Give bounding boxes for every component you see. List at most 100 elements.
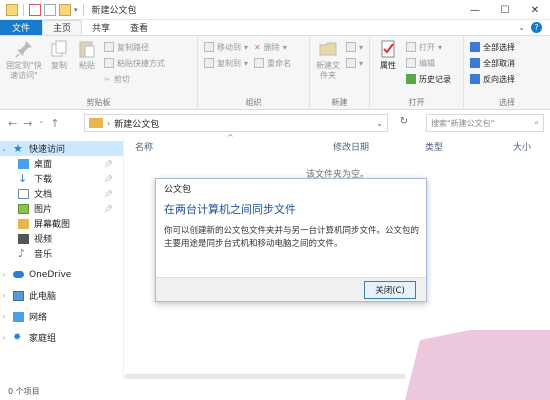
item-count: 0 个项目 <box>8 386 40 396</box>
invert-selection-label: 反向选择 <box>483 74 515 84</box>
clipboard-group: 固定到"快速访问" 复制 粘贴 复制路径 粘贴快捷方式 ✂ 剪切 剪贴板 <box>0 36 198 110</box>
copy-to-icon <box>204 58 214 68</box>
history-button[interactable]: 历史记录 <box>406 73 451 85</box>
up-icon[interactable]: ↑ <box>50 117 59 130</box>
refresh-icon[interactable]: ↻ <box>392 116 416 127</box>
sidebar-item-downloads[interactable]: ↓ 下载 📌︎ <box>0 171 123 186</box>
group-label: 组织 <box>245 98 262 107</box>
chevron-down-icon[interactable]: ⌄ <box>0 145 8 153</box>
music-icon: ♪ <box>18 246 26 260</box>
copy-path-icon <box>104 42 114 52</box>
help-icon[interactable]: ? <box>531 22 542 33</box>
properties-icon[interactable] <box>29 3 41 16</box>
chevron-down-icon[interactable]: ⌄ <box>38 117 44 130</box>
open-button[interactable]: 打开 ▾ <box>406 41 451 53</box>
edit-label: 编辑 <box>419 58 435 68</box>
pin-icon: 📌︎ <box>104 159 113 168</box>
invert-selection-icon <box>470 74 480 84</box>
delete-icon: ✕ <box>254 42 261 52</box>
sidebar-item-documents[interactable]: 文档 📌︎ <box>0 186 123 201</box>
maximize-icon[interactable]: ☐ <box>490 0 520 20</box>
ribbon: 固定到"快速访问" 复制 粘贴 复制路径 粘贴快捷方式 ✂ 剪切 剪贴板 移动到 ▾… <box>0 36 550 110</box>
horizontal-scrollbar[interactable] <box>125 374 405 379</box>
sidebar-item-desktop[interactable]: 桌面 📌︎ <box>0 156 123 171</box>
close-icon[interactable]: ✕ <box>520 0 550 20</box>
minimize-icon[interactable]: — <box>460 0 490 20</box>
chevron-down-icon[interactable]: ▾ <box>74 6 78 14</box>
chevron-right-icon[interactable]: › <box>0 292 8 300</box>
sidebar-item-label: 图片 <box>34 205 53 215</box>
decorative-corner-shape <box>405 330 550 400</box>
forward-icon[interactable]: → <box>23 117 32 130</box>
sidebar-item-pictures[interactable]: 图片 📌︎ <box>0 201 123 216</box>
sidebar-item-label: 屏幕截图 <box>34 220 71 230</box>
open-group: 属性 打开 ▾ 编辑 历史记录 打开 <box>370 36 464 110</box>
cloud-icon <box>13 271 24 278</box>
chevron-down-icon[interactable]: ⌄ <box>376 119 383 128</box>
copy-path-button[interactable]: 复制路径 <box>104 41 165 53</box>
chevron-right-icon[interactable]: › <box>107 119 110 128</box>
search-input[interactable]: 搜索"新建公文包" ⌕ <box>426 114 544 132</box>
navigation-pane: ⌄ ★ 快速访问 桌面 📌︎ ↓ 下载 📌︎ 文档 📌︎ 图片 📌︎ 屏幕截图 … <box>0 137 124 380</box>
chevron-right-icon[interactable]: › <box>0 313 8 321</box>
divider <box>23 3 24 16</box>
new-item-icon <box>345 42 356 52</box>
tab-file[interactable]: 文件 <box>0 20 43 35</box>
tab-home[interactable]: 主页 <box>42 20 83 35</box>
invert-selection-button[interactable]: 反向选择 <box>470 73 515 85</box>
quick-access-toolbar: ▾ <box>0 3 86 16</box>
copy-label: 复制 <box>51 61 67 70</box>
sidebar-item-this-pc[interactable]: › 此电脑 <box>0 288 123 303</box>
select-all-button[interactable]: 全部选择 <box>470 41 515 53</box>
tab-share[interactable]: 共享 <box>82 20 120 35</box>
chevron-right-icon[interactable]: › <box>0 271 8 279</box>
divider <box>82 3 84 16</box>
sidebar-item-onedrive[interactable]: › OneDrive <box>0 267 123 282</box>
network-icon <box>13 311 24 322</box>
star-icon: ★ <box>13 141 23 155</box>
chevron-down-icon[interactable]: ⌄ <box>518 23 525 32</box>
column-header-name[interactable]: 名称 <box>135 140 153 153</box>
tab-view[interactable]: 查看 <box>120 20 158 35</box>
delete-label: 删除 <box>263 42 280 52</box>
sidebar-item-homegroup[interactable]: › ✸ 家庭组 <box>0 330 123 345</box>
paste-shortcut-button[interactable]: 粘贴快捷方式 <box>104 57 165 69</box>
sidebar-item-network[interactable]: › 网络 <box>0 309 123 324</box>
column-headers: ^ 名称 修改日期 类型 大小 <box>125 133 550 153</box>
easy-access-button[interactable]: ▾ <box>345 57 363 69</box>
dialog-title: 公文包 <box>164 184 192 195</box>
search-icon: ⌕ <box>534 118 539 127</box>
new-item-button[interactable]: ▾ <box>345 41 363 53</box>
sidebar-item-label: 此电脑 <box>29 292 57 302</box>
close-button[interactable]: 关闭(C) <box>364 281 416 299</box>
new-document-icon[interactable] <box>44 3 56 16</box>
copy-to-button[interactable]: 复制到 ▾ <box>204 57 248 69</box>
rename-button[interactable]: 重命名 <box>254 57 291 69</box>
sidebar-item-quick-access[interactable]: ⌄ ★ 快速访问 <box>0 141 123 156</box>
sidebar-item-videos[interactable]: 视频 <box>0 231 123 246</box>
select-none-button[interactable]: 全部取消 <box>470 57 515 69</box>
sidebar-item-screenshots[interactable]: 屏幕截图 <box>0 216 123 231</box>
new-folder-icon[interactable] <box>59 3 71 16</box>
sidebar-item-music[interactable]: ♪ 音乐 <box>0 246 123 261</box>
delete-button[interactable]: ✕ 删除 ▾ <box>254 41 291 53</box>
address-bar[interactable]: › 新建公文包 ⌄ <box>84 114 388 132</box>
dialog-footer: 关闭(C) <box>156 277 426 301</box>
document-icon <box>18 188 29 199</box>
select-none-icon <box>470 58 480 68</box>
back-icon[interactable]: ← <box>8 117 17 130</box>
organize-group: 移动到 ▾ 复制到 ▾ ✕ 删除 ▾ 重命名 组织 <box>198 36 310 110</box>
navigation-buttons: ← → ⌄ ↑ <box>0 117 80 130</box>
column-header-size[interactable]: 大小 <box>513 140 531 153</box>
move-to-button[interactable]: 移动到 ▾ <box>204 41 248 53</box>
edit-button[interactable]: 编辑 <box>406 57 451 69</box>
folder-icon <box>6 3 18 16</box>
cut-button[interactable]: ✂ 剪切 <box>104 73 165 85</box>
move-to-icon <box>204 42 214 52</box>
column-header-modified[interactable]: 修改日期 <box>333 140 369 153</box>
select-all-icon <box>470 42 480 52</box>
column-header-type[interactable]: 类型 <box>425 140 443 153</box>
pin-icon: 📌︎ <box>104 204 113 213</box>
chevron-right-icon[interactable]: › <box>0 334 8 342</box>
pin-icon: 📌︎ <box>104 174 113 183</box>
